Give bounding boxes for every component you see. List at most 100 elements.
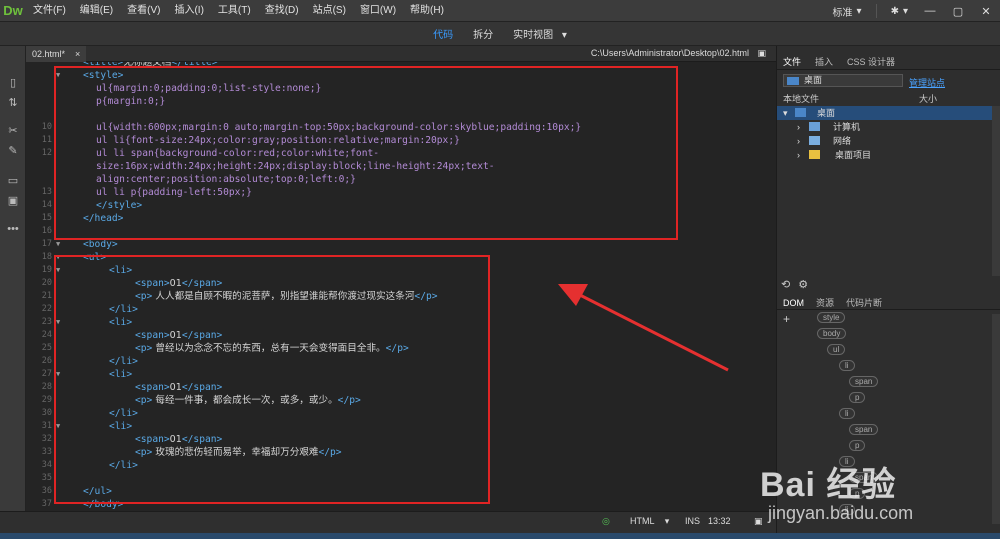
- workspace-switcher[interactable]: 标准 ▾: [825, 4, 870, 19]
- dom-scrollbar[interactable]: [992, 314, 1000, 524]
- add-node-button[interactable]: +: [783, 312, 790, 326]
- dom-node-li[interactable]: li: [839, 408, 855, 419]
- tree-item[interactable]: › 桌面项目: [777, 148, 1000, 162]
- refresh-icon[interactable]: ⟲: [781, 278, 790, 291]
- dom-node-p[interactable]: p: [849, 392, 866, 403]
- fold-toggle-icon[interactable]: ▼: [56, 69, 60, 82]
- settings-button[interactable]: ✱ ▾: [883, 6, 916, 17]
- chevron-down-icon: ▾: [902, 5, 908, 17]
- dom-node-span[interactable]: span: [849, 472, 879, 483]
- menu-item[interactable]: 查找(D): [258, 0, 306, 22]
- panel-tab[interactable]: 插入: [815, 55, 833, 68]
- code-line[interactable]: 18 ▼ <ul>: [26, 251, 776, 264]
- code-line[interactable]: ▼ <style>: [26, 69, 776, 82]
- document-tab[interactable]: 02.html* ×: [26, 45, 87, 62]
- code-line[interactable]: 12 ul li span{background-color:red;color:…: [26, 147, 776, 160]
- view-split-button[interactable]: 拆分: [473, 26, 493, 41]
- scissors-icon[interactable]: ✂: [6, 124, 20, 138]
- expand-arrow-icon[interactable]: ›: [797, 120, 800, 134]
- menu-item[interactable]: 查看(V): [120, 0, 167, 22]
- code-line[interactable]: 32 <span>01</span>: [26, 433, 776, 446]
- tree-item[interactable]: › 网络: [777, 134, 1000, 148]
- code-line[interactable]: 14 </style>: [26, 199, 776, 212]
- maximize-button[interactable]: ▢: [944, 0, 972, 22]
- view-code-button[interactable]: 代码: [433, 26, 453, 41]
- menu-item[interactable]: 帮助(H): [403, 0, 451, 22]
- menu-item[interactable]: 工具(T): [211, 0, 258, 22]
- code-line[interactable]: [26, 108, 776, 121]
- sort-icon[interactable]: ⇅: [6, 96, 20, 110]
- panel-tab[interactable]: 文件: [783, 55, 801, 68]
- code-line[interactable]: 33 <p> 玫瑰的悲伤轻而易举，幸福却万分艰难</p>: [26, 446, 776, 459]
- dom-panel-tab[interactable]: 代码片断: [846, 296, 882, 309]
- code-line[interactable]: 16: [26, 225, 776, 238]
- code-line[interactable]: 28 <span>01</span>: [26, 381, 776, 394]
- view-live-button[interactable]: 实时视图 ▾: [513, 26, 567, 41]
- tree-item[interactable]: ▾ 桌面: [777, 106, 1000, 120]
- code-line[interactable]: 10 ul{width:600px;margin:0 auto;margin-to…: [26, 121, 776, 134]
- sync-icon[interactable]: ⚙: [798, 278, 808, 291]
- dom-node-span[interactable]: span: [849, 376, 879, 387]
- code-line[interactable]: 34 </li>: [26, 459, 776, 472]
- code-line[interactable]: 35: [26, 472, 776, 485]
- code-line[interactable]: p{margin:0;}: [26, 95, 776, 108]
- fold-toggle-icon[interactable]: ▼: [56, 420, 60, 433]
- menu-item[interactable]: 编辑(E): [73, 0, 120, 22]
- fold-toggle-icon[interactable]: ▼: [56, 251, 60, 264]
- fold-toggle-icon[interactable]: ▼: [56, 316, 60, 329]
- dom-node-body[interactable]: body: [817, 328, 847, 339]
- dom-panel-tab[interactable]: DOM: [783, 298, 804, 308]
- fold-toggle-icon[interactable]: ▼: [56, 264, 60, 277]
- code-line[interactable]: 29 <p> 每经一件事，都会成长一次，或多，或少。</p>: [26, 394, 776, 407]
- menu-item[interactable]: 窗口(W): [353, 0, 403, 22]
- line-number: 29: [41, 395, 52, 405]
- code-line[interactable]: 15 </head>: [26, 212, 776, 225]
- dom-node-style[interactable]: style: [817, 312, 846, 323]
- code-line[interactable]: <title>无标题文档</title>: [26, 62, 776, 69]
- code-line[interactable]: 37 </body>: [26, 498, 776, 511]
- files-scrollbar[interactable]: [992, 106, 1000, 276]
- manage-sites-link[interactable]: 管理站点: [909, 76, 945, 89]
- menu-item[interactable]: 站点(S): [306, 0, 353, 22]
- dom-panel-tab[interactable]: 资源: [816, 296, 834, 309]
- code-line[interactable]: 11 ul li{font-size:24px;color:gray;positi…: [26, 134, 776, 147]
- dom-node-li[interactable]: li: [839, 504, 855, 515]
- dom-node-li[interactable]: li: [839, 456, 855, 467]
- dom-node-ul[interactable]: ul: [827, 344, 846, 355]
- brush-icon[interactable]: ✎: [6, 144, 20, 158]
- menu-item[interactable]: 插入(I): [167, 0, 210, 22]
- code-line[interactable]: 36 </ul>: [26, 485, 776, 498]
- more-icon[interactable]: •••: [6, 222, 20, 236]
- code-line[interactable]: 13 ul li p{padding-left:50px;}: [26, 186, 776, 199]
- expand-arrow-icon[interactable]: ›: [797, 148, 800, 162]
- dom-node-p[interactable]: p: [849, 488, 866, 499]
- site-select[interactable]: 桌面: [783, 74, 903, 87]
- close-button[interactable]: ✕: [972, 0, 1000, 22]
- expand-arrow-icon[interactable]: ▾: [783, 106, 788, 120]
- close-icon[interactable]: ×: [75, 49, 80, 59]
- doc-type-select[interactable]: HTML ▾: [630, 516, 669, 527]
- code-line[interactable]: 31 ▼ <li>: [26, 420, 776, 433]
- snippet-icon[interactable]: ▣: [6, 194, 20, 208]
- fold-toggle-icon[interactable]: ▼: [56, 368, 60, 381]
- restore-icon[interactable]: ▣: [757, 48, 766, 58]
- tree-item[interactable]: › 计算机: [777, 120, 1000, 134]
- fold-toggle-icon[interactable]: ▼: [56, 238, 60, 251]
- minimize-button[interactable]: —: [916, 0, 944, 22]
- expand-arrow-icon[interactable]: ›: [797, 134, 800, 148]
- code-line[interactable]: 17 ▼ <body>: [26, 238, 776, 251]
- panel-tab[interactable]: CSS 设计器: [847, 55, 895, 68]
- comment-icon[interactable]: ▭: [6, 174, 20, 188]
- dom-node-p[interactable]: p: [849, 440, 866, 451]
- dom-node-li[interactable]: li: [839, 360, 855, 371]
- preview-icon[interactable]: ▣: [754, 516, 763, 527]
- code-line[interactable]: 30 </li>: [26, 407, 776, 420]
- code-line[interactable]: align:center;position:absolute;top:0;lef…: [26, 173, 776, 186]
- menu-item[interactable]: 文件(F): [26, 0, 73, 22]
- code-editor[interactable]: <title>无标题文档</title> ▼ <style> ul{margin:0;…: [26, 62, 776, 511]
- drive-icon: [809, 136, 820, 145]
- dom-node-span[interactable]: span: [849, 424, 879, 435]
- file-icon[interactable]: ▯: [6, 76, 20, 90]
- code-line[interactable]: ul{margin:0;padding:0;list-style:none;}: [26, 82, 776, 95]
- code-line[interactable]: size:16px;width:24px;height:24px;display…: [26, 160, 776, 173]
